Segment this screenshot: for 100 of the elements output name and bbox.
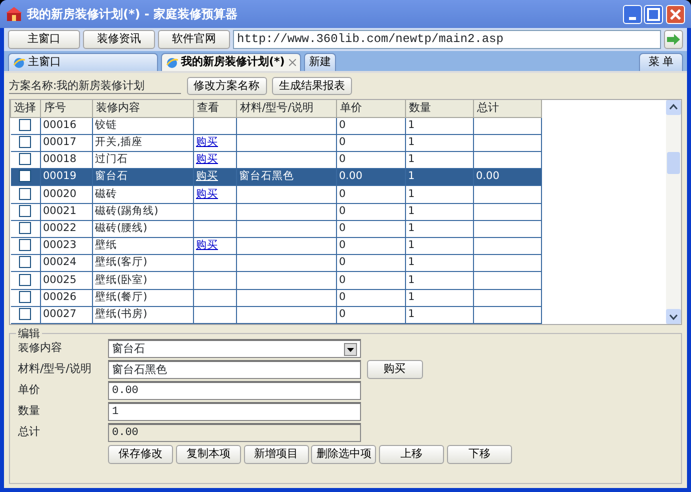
toolbar-button[interactable]: 软件官网 [158,30,230,49]
table-row[interactable]: 00020 磁砖 购买 0 1 [10,186,542,204]
table-cell: 壁纸(卧室) [95,274,148,286]
table-row[interactable]: 00024 壁纸(客厅) 0 1 [10,254,542,272]
table-cell: 1 [408,188,415,200]
action-button[interactable]: 删除选中项 [311,445,376,464]
toolbar-button[interactable]: 装修资讯 [83,30,155,49]
go-button[interactable] [664,30,683,49]
table-row[interactable]: 00027 壁纸(书房) 0 1 [10,306,542,324]
table-cell: 0 [339,308,346,320]
group-title: 编辑 [16,326,42,342]
checkbox[interactable] [19,239,32,252]
column-header[interactable]: 总计 [474,100,542,117]
table-row[interactable]: 00025 壁纸(卧室) 0 1 [10,272,542,290]
table-cell: 磁砖(腰线) [95,222,148,234]
table-cell: 窗台石 [95,170,128,182]
field-label: 单价 [18,382,41,398]
checkbox[interactable] [19,118,32,131]
action-button[interactable]: 新增项目 [244,445,308,464]
browser-icon [166,56,178,68]
buy-link[interactable]: 购买 [196,153,218,166]
checkbox[interactable] [19,222,32,234]
table-row[interactable]: 00019 窗台石 购买 窗台石黑色 0.00 1 0.00 [10,168,542,186]
table-cell: 1 [408,136,415,148]
maximize-icon [645,6,662,22]
table-cell: 00018 [43,153,76,166]
address-field[interactable]: http://www.360lib.com/newtp/main2.asp [233,30,661,49]
table-row[interactable]: 00022 磁砖(腰线) 0 1 [10,220,542,238]
buy-link[interactable]: 购买 [196,239,218,252]
buy-button[interactable]: 购买 [366,360,422,379]
table-cell: 0 [339,274,346,286]
tab[interactable]: 我的新房装修计划(*) [161,53,301,71]
field-label: 数量 [18,403,41,420]
table-cell: 0 [339,153,346,166]
table-cell: 00027 [43,308,76,320]
plan-button[interactable]: 修改方案名称 [186,77,266,95]
buy-link[interactable]: 购买 [196,188,218,200]
action-button[interactable]: 保存修改 [108,445,173,464]
close-icon[interactable] [289,59,296,66]
table-cell: 铰链 [95,118,117,131]
column-header[interactable]: 查看 [194,100,236,117]
column-header[interactable]: 选择 [10,100,40,117]
table-cell: 开关,插座 [95,136,142,148]
table-row[interactable]: 00016 铰链 0 1 [10,117,542,134]
scrollbar[interactable] [666,100,681,324]
table-cell: 0 [339,239,346,252]
table-cell: 壁纸 [95,239,117,252]
plan-name-field[interactable]: 方案名称:我的新房装修计划 [9,78,181,94]
checkbox[interactable] [19,256,32,268]
column-header[interactable]: 序号 [40,100,92,117]
action-button[interactable]: 上移 [379,445,444,464]
column-header[interactable]: 单价 [336,100,406,117]
table-cell: 00024 [43,256,76,268]
maximize-button[interactable] [644,4,664,24]
table-cell: 00025 [43,274,76,286]
table-cell: 磁砖 [95,188,117,200]
table-cell: 过门石 [95,153,128,166]
table-cell: 1 [408,118,415,131]
table-row[interactable]: 00026 壁纸(餐厅) 0 1 [10,289,542,306]
column-header[interactable]: 数量 [406,100,474,117]
tab[interactable]: 新建 [304,53,336,71]
column-header[interactable]: 装修内容 [92,100,194,117]
checkbox[interactable] [19,136,32,148]
toolbar-button[interactable]: 主窗口 [8,30,80,49]
plan-button[interactable]: 生成结果报表 [272,77,352,95]
checkbox[interactable] [19,170,32,182]
table-row[interactable]: 00023 壁纸 购买 0 1 [10,237,542,255]
checkbox[interactable] [19,204,32,217]
table-cell: 00017 [43,136,76,148]
table-cell: 1 [408,308,415,320]
table-row[interactable]: 00021 磁砖(踢角线) 0 1 [10,203,542,220]
field-label: 总计 [18,424,41,440]
input-field[interactable]: 0.00 [108,381,361,400]
table-cell: 壁纸(餐厅) [95,290,148,303]
checkbox[interactable] [19,290,32,303]
table-cell: 1 [408,274,415,286]
minimize-button[interactable] [622,4,642,24]
column-header[interactable]: 材料/型号/说明 [236,100,336,117]
checkbox[interactable] [19,153,32,166]
table-cell: 00026 [43,290,76,303]
input-field[interactable]: 1 [108,402,361,421]
table-cell: 1 [408,256,415,268]
menu-button[interactable]: 菜 单 [639,53,683,71]
input-field: 0.00 [108,423,361,442]
buy-link[interactable]: 购买 [196,136,218,148]
table-row[interactable]: 00017 开关,插座 购买 0 1 [10,134,542,152]
table-cell: 0 [339,188,346,200]
action-button[interactable]: 复制本项 [176,445,241,464]
input-field[interactable]: 窗台石黑色 [108,360,361,379]
close-button[interactable] [666,4,685,24]
table-cell: 00016 [43,118,76,131]
action-button[interactable]: 下移 [446,445,512,464]
tab[interactable]: 主窗口 [8,53,158,71]
checkbox[interactable] [19,188,32,200]
checkbox[interactable] [19,308,32,320]
scroll-thumb[interactable] [667,152,680,174]
checkbox[interactable] [19,274,32,286]
table-cell: 00020 [43,188,76,200]
table-cell: 0 [339,118,346,131]
dropdown-field[interactable]: 窗台石 [108,339,361,358]
